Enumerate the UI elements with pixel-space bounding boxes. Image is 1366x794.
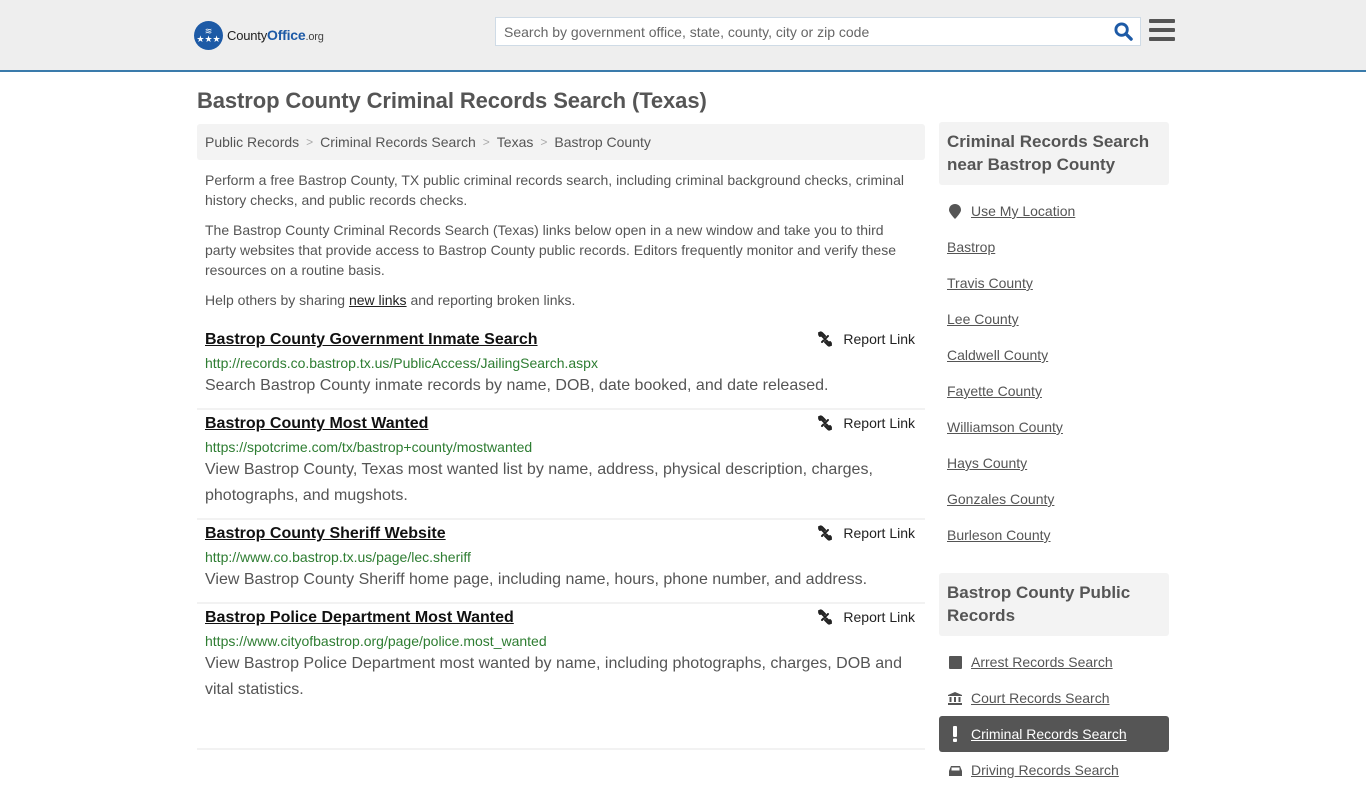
public-records-heading: Bastrop County Public Records xyxy=(939,573,1169,636)
nearby-link[interactable]: Lee County xyxy=(947,311,1019,327)
logo-text: CountyOffice.org xyxy=(227,27,324,43)
sidebar-item-burleson-county: Burleson County xyxy=(939,517,1169,553)
list-item: Bastrop County Sheriff Website Report Li… xyxy=(197,520,925,604)
site-logo[interactable]: ≋ ★★★ CountyOffice.org xyxy=(194,20,324,50)
search-icon xyxy=(1113,22,1133,41)
square-icon xyxy=(947,655,963,669)
menu-bar xyxy=(1149,19,1175,23)
sidebar-item-williamson-county: Williamson County xyxy=(939,409,1169,445)
search-box xyxy=(495,17,1141,46)
link-description: Search Bastrop County inmate records by … xyxy=(205,377,829,394)
list-item: Bastrop Police Department Most Wanted Re… xyxy=(197,604,925,750)
car-icon xyxy=(947,764,963,777)
nearby-link[interactable]: Travis County xyxy=(947,275,1033,291)
arrest-records-link[interactable]: Arrest Records Search xyxy=(971,654,1113,670)
intro-text: Perform a free Bastrop County, TX public… xyxy=(205,170,917,320)
menu-bar xyxy=(1149,28,1175,32)
sidebar-item-arrest-records: Arrest Records Search xyxy=(939,644,1169,680)
broken-link-icon xyxy=(818,415,833,431)
sidebar-item-gonzales-county: Gonzales County xyxy=(939,481,1169,517)
sidebar: Criminal Records Search near Bastrop Cou… xyxy=(939,122,1169,794)
broken-link-icon xyxy=(818,525,833,541)
link-description: View Bastrop Police Department most want… xyxy=(205,655,902,698)
nearby-link[interactable]: Gonzales County xyxy=(947,491,1054,507)
report-link-button[interactable]: Report Link xyxy=(817,609,915,625)
nearby-link[interactable]: Burleson County xyxy=(947,527,1051,543)
breadcrumb-separator: > xyxy=(482,135,490,149)
intro-paragraph: The Bastrop County Criminal Records Sear… xyxy=(205,222,897,278)
eagle-stars-icon: ≋ ★★★ xyxy=(194,20,223,50)
breadcrumb-texas[interactable]: Texas xyxy=(497,134,534,150)
nearby-link[interactable]: Williamson County xyxy=(947,419,1063,435)
nearby-link[interactable]: Caldwell County xyxy=(947,347,1048,363)
nearby-link[interactable]: Hays County xyxy=(947,455,1027,471)
nearby-link[interactable]: Bastrop xyxy=(947,239,995,255)
driving-records-link[interactable]: Driving Records Search xyxy=(971,762,1119,778)
sidebar-item-caldwell-county: Caldwell County xyxy=(939,337,1169,373)
search-input[interactable] xyxy=(496,18,1106,45)
criminal-records-link[interactable]: Criminal Records Search xyxy=(971,726,1127,742)
hamburger-menu-button[interactable] xyxy=(1149,19,1175,43)
public-records-list: Arrest Records Search Court Records Sear… xyxy=(939,636,1169,794)
sidebar-item-driving-records: Driving Records Search xyxy=(939,752,1169,788)
list-item: Bastrop County Most Wanted Report Link h… xyxy=(197,410,925,520)
court-records-link[interactable]: Court Records Search xyxy=(971,690,1110,706)
link-title[interactable]: Bastrop County Most Wanted xyxy=(205,414,428,434)
sidebar-item-travis-county: Travis County xyxy=(939,265,1169,301)
sidebar-item-court-records: Court Records Search xyxy=(939,680,1169,716)
sidebar-item-criminal-records: Criminal Records Search xyxy=(939,716,1169,752)
sidebar-item-fayette-county: Fayette County xyxy=(939,373,1169,409)
nearby-link[interactable]: Fayette County xyxy=(947,383,1042,399)
map-pin-icon xyxy=(947,203,963,219)
courthouse-icon xyxy=(947,691,963,705)
link-url: https://spotcrime.com/tx/bastrop+county/… xyxy=(205,439,533,455)
breadcrumb-separator: > xyxy=(540,135,548,149)
intro-paragraph: Perform a free Bastrop County, TX public… xyxy=(205,172,904,208)
search-button[interactable] xyxy=(1106,18,1140,45)
use-my-location-item: Use My Location xyxy=(939,193,1169,229)
link-url: http://www.co.bastrop.tx.us/page/lec.she… xyxy=(205,549,471,565)
site-header: ≋ ★★★ CountyOffice.org xyxy=(0,0,1366,72)
sidebar-item-lee-county: Lee County xyxy=(939,301,1169,337)
link-url: https://www.cityofbastrop.org/page/polic… xyxy=(205,633,547,649)
sidebar-item-hays-county: Hays County xyxy=(939,445,1169,481)
report-link-button[interactable]: Report Link xyxy=(817,525,915,541)
broken-link-icon xyxy=(818,609,833,625)
link-description: View Bastrop County Sheriff home page, i… xyxy=(205,571,868,588)
exclamation-icon xyxy=(947,726,963,742)
breadcrumb-public-records[interactable]: Public Records xyxy=(205,134,299,150)
share-paragraph: Help others by sharing new links and rep… xyxy=(205,292,576,308)
link-title[interactable]: Bastrop County Sheriff Website xyxy=(205,524,446,544)
link-description: View Bastrop County, Texas most wanted l… xyxy=(205,461,873,504)
report-link-button[interactable]: Report Link xyxy=(817,415,915,431)
breadcrumb: Public Records > Criminal Records Search… xyxy=(197,124,925,160)
new-links-link[interactable]: new links xyxy=(349,292,407,308)
nearby-heading: Criminal Records Search near Bastrop Cou… xyxy=(939,122,1169,185)
link-url: http://records.co.bastrop.tx.us/PublicAc… xyxy=(205,355,598,371)
list-item: Bastrop County Government Inmate Search … xyxy=(197,326,925,410)
use-my-location-link[interactable]: Use My Location xyxy=(971,203,1075,219)
menu-bar xyxy=(1149,37,1175,41)
link-title[interactable]: Bastrop Police Department Most Wanted xyxy=(205,608,514,628)
link-title[interactable]: Bastrop County Government Inmate Search xyxy=(205,330,538,350)
breadcrumb-bastrop-county[interactable]: Bastrop County xyxy=(554,134,651,150)
breadcrumb-separator: > xyxy=(306,135,314,149)
report-link-button[interactable]: Report Link xyxy=(817,331,915,347)
nearby-list: Use My Location Bastrop Travis County Le… xyxy=(939,185,1169,559)
page-title: Bastrop County Criminal Records Search (… xyxy=(197,88,707,113)
links-list: Bastrop County Government Inmate Search … xyxy=(197,326,925,750)
broken-link-icon xyxy=(818,331,833,347)
sidebar-item-bastrop: Bastrop xyxy=(939,229,1169,265)
breadcrumb-criminal-records-search[interactable]: Criminal Records Search xyxy=(320,134,476,150)
